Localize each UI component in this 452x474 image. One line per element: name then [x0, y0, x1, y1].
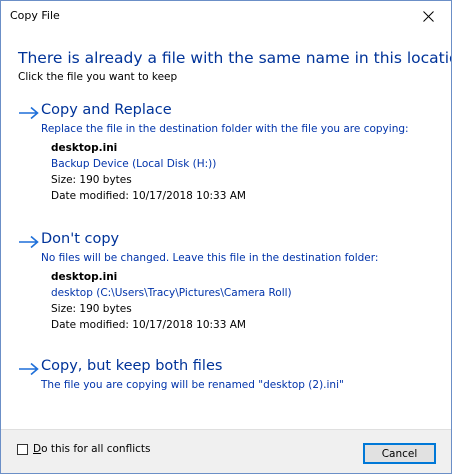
- file-date-modified: Date modified: 10/17/2018 10:33 AM: [51, 190, 246, 202]
- access-key-letter: D: [33, 443, 42, 455]
- option-description: The file you are copying will be renamed…: [41, 379, 344, 391]
- cancel-button[interactable]: Cancel: [363, 443, 436, 464]
- title-bar: Copy File: [1, 1, 451, 31]
- close-button[interactable]: [405, 1, 451, 31]
- arrow-right-icon: [19, 362, 39, 376]
- apply-to-all-label[interactable]: Do this for all conflicts: [33, 443, 150, 455]
- dialog-heading: There is already a file with the same na…: [18, 49, 452, 67]
- dont-copy-option[interactable]: Don't copy No files will be changed. Lea…: [18, 230, 438, 331]
- keep-both-files-option[interactable]: Copy, but keep both files The file you a…: [18, 357, 438, 391]
- file-info: desktop.ini Backup Device (Local Disk (H…: [51, 140, 246, 204]
- file-name: desktop.ini: [51, 142, 118, 154]
- file-date-modified: Date modified: 10/17/2018 10:33 AM: [51, 319, 246, 331]
- file-name: desktop.ini: [51, 271, 118, 283]
- dialog-subheading: Click the file you want to keep: [18, 71, 178, 83]
- arrow-right-icon: [19, 106, 39, 120]
- file-location: Backup Device (Local Disk (H:)): [51, 158, 217, 170]
- file-location: desktop (C:\Users\Tracy\Pictures\Camera …: [51, 287, 292, 299]
- option-description: No files will be changed. Leave this fil…: [41, 252, 379, 264]
- dialog-footer: Do this for all conflicts Cancel: [1, 429, 451, 473]
- arrow-right-icon: [19, 235, 39, 249]
- option-description: Replace the file in the destination fold…: [41, 123, 409, 135]
- checkbox-label-text: o this for all conflicts: [41, 443, 151, 455]
- window-title: Copy File: [10, 9, 60, 22]
- option-title: Copy, but keep both files: [41, 358, 223, 374]
- option-title: Copy and Replace: [41, 102, 172, 118]
- copy-file-dialog: Copy File There is already a file with t…: [0, 0, 452, 474]
- copy-and-replace-option[interactable]: Copy and Replace Replace the file in the…: [18, 101, 438, 202]
- option-title: Don't copy: [41, 231, 120, 247]
- file-size: Size: 190 bytes: [51, 303, 132, 315]
- file-size: Size: 190 bytes: [51, 174, 132, 186]
- close-icon: [422, 10, 434, 22]
- apply-to-all-checkbox-row[interactable]: Do this for all conflicts: [17, 443, 150, 455]
- file-info: desktop.ini desktop (C:\Users\Tracy\Pict…: [51, 269, 292, 333]
- apply-to-all-checkbox[interactable]: [17, 443, 28, 455]
